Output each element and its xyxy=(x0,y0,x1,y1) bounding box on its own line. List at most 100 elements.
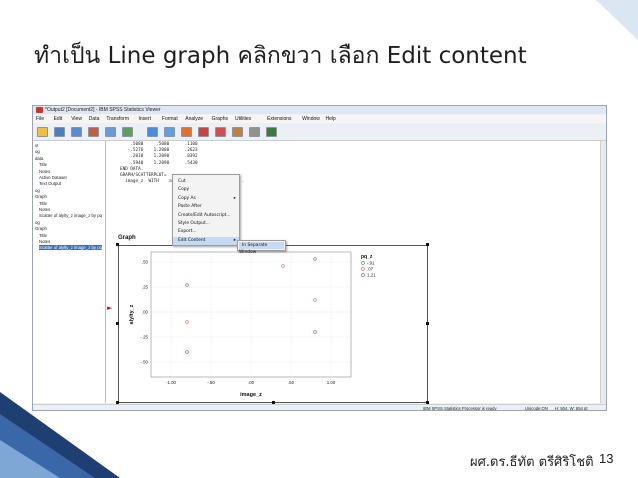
menu-utilities[interactable]: Utilities xyxy=(235,116,251,122)
print-icon[interactable] xyxy=(71,127,82,137)
scatter-chart[interactable]: -1.00 -.50 .00 .50 1.00 .50 .25 .00 -.25 -.50 imag… xyxy=(118,245,428,403)
selection-arrow-icon: ► xyxy=(107,304,113,312)
window-title: *Output2 [Document2] - IBM SPSS Statisti… xyxy=(45,107,161,113)
outline-item[interactable]: Title xyxy=(39,233,47,238)
slide-author: ผศ.ดร.ธีทัต ตรีศิริโชติ xyxy=(470,455,594,470)
menu-graphs[interactable]: Graphs xyxy=(212,116,228,122)
menu-item-edit-content[interactable]: Edit Content ▸ xyxy=(173,236,239,245)
menu-extensions[interactable]: Extensions xyxy=(267,116,291,122)
selection-handle[interactable] xyxy=(116,243,119,246)
outline-item[interactable]: Notes xyxy=(39,169,50,174)
menu-item-paste-after[interactable]: Paste After xyxy=(173,203,239,211)
menu-item-cut[interactable]: Cut xyxy=(173,178,239,186)
outline-item[interactable]: Notes xyxy=(39,239,50,244)
outline-item[interactable]: data xyxy=(35,156,43,161)
outline-item[interactable]: Title xyxy=(39,162,47,167)
scatter-chart-svg: -1.00 -.50 .00 .50 1.00 .50 .25 .00 -.25 -.50 imag… xyxy=(129,251,376,398)
insert-output-icon[interactable] xyxy=(215,127,226,137)
syntax-line: -.5276 1.2080 .2623 xyxy=(120,148,198,154)
menu-format[interactable]: Format xyxy=(162,116,178,122)
outline-item[interactable]: og xyxy=(35,149,40,154)
outline-item[interactable]: Graph xyxy=(35,194,47,199)
status-dimensions: H: 504, W: 654 pt xyxy=(555,406,588,411)
context-menu: Cut Copy Copy As ▸ Paste After Create/Edit Au… xyxy=(172,174,240,246)
outline-item[interactable]: Active Dataset xyxy=(39,175,67,180)
menu-data[interactable]: Data xyxy=(89,116,100,122)
selection-handle[interactable] xyxy=(426,322,429,325)
menu-item-export[interactable]: Export... xyxy=(173,228,239,236)
menu-item-label: Copy xyxy=(178,187,190,193)
menu-item-copy-as[interactable]: Copy As ▸ xyxy=(173,195,239,203)
goto-case-icon[interactable] xyxy=(181,127,192,137)
outline-item[interactable]: og xyxy=(35,220,40,225)
submenu-arrow-icon: ▸ xyxy=(233,237,236,243)
insert-heading-icon[interactable] xyxy=(232,127,243,137)
outline-item[interactable]: og xyxy=(35,188,40,193)
menu-item-copy[interactable]: Copy xyxy=(173,186,239,194)
menu-transform[interactable]: Transform xyxy=(106,116,129,122)
legend-label: -.91 xyxy=(367,261,375,266)
export-icon[interactable] xyxy=(88,127,99,137)
outline-item[interactable]: st xyxy=(35,143,38,148)
y-tick-label: -.25 xyxy=(140,335,148,340)
menu-item-label: Edit Content xyxy=(178,237,206,243)
spss-app-icon xyxy=(36,107,43,113)
syntax-line: .2010 1.2090 .8392 xyxy=(120,154,198,160)
menu-item-label: Style Output... xyxy=(178,221,210,226)
outline-item[interactable]: Title xyxy=(39,201,47,206)
syntax-line: .5940 1.2090 .5430 xyxy=(120,160,198,166)
slide-page-number: 13 xyxy=(599,451,614,466)
menu-item-style-output[interactable]: Style Output... xyxy=(173,220,239,228)
menu-insert[interactable]: Insert xyxy=(139,116,152,122)
spss-viewer-window: *Output2 [Document2] - IBM SPSS Statisti… xyxy=(32,105,607,411)
menu-view[interactable]: View xyxy=(71,116,82,122)
menu-bar: File Edit View Data Transform Insert Format Ana… xyxy=(33,115,606,123)
recall-dialog-icon[interactable] xyxy=(105,127,116,137)
show-all-icon[interactable] xyxy=(266,127,277,137)
edit-content-submenu: In Separate Window xyxy=(237,240,286,255)
output-outline-pane[interactable]: st og data Title Notes Active Dataset Text Out… xyxy=(33,141,106,403)
menu-window[interactable]: Window xyxy=(302,116,320,122)
goto-data-icon[interactable] xyxy=(164,127,175,137)
status-bar: IBM SPSS Statistics Processor is ready U… xyxy=(33,404,606,411)
syntax-line: END DATA. xyxy=(120,166,144,172)
menu-help[interactable]: Help xyxy=(326,116,336,122)
vertical-scrollbar[interactable] xyxy=(600,141,606,403)
save-icon[interactable] xyxy=(54,127,65,137)
legend-label: 1.21 xyxy=(367,273,376,278)
legend-label: .07 xyxy=(367,267,374,272)
variables-icon[interactable] xyxy=(198,127,209,137)
outline-item[interactable]: Notes xyxy=(39,207,50,212)
outline-item[interactable]: Scatter of alylty_z image_z by pq xyxy=(39,213,102,218)
menu-item-label: Copy As xyxy=(178,195,196,201)
submenu-arrow-icon: ▸ xyxy=(233,195,236,201)
graph-heading: Graph xyxy=(118,235,136,241)
outline-item[interactable]: Scatter of alylty_z image_z by pq xyxy=(39,245,103,251)
menu-item-label: Cut xyxy=(178,179,186,184)
toolbar xyxy=(33,124,606,141)
syntax-line: GRAPH/SCATTERPLOT= xyxy=(120,173,167,178)
legend-marker xyxy=(361,261,365,265)
selection-handle[interactable] xyxy=(426,243,429,246)
slide-corner-decoration-top xyxy=(596,0,638,40)
y-tick-label: .25 xyxy=(142,285,149,290)
menu-item-create-edit-autoscript[interactable]: Create/Edit Autoscript... xyxy=(173,212,239,220)
status-encoding: Unicode:ON xyxy=(525,406,548,411)
menu-file[interactable]: File xyxy=(36,116,44,122)
legend-title: pq_z xyxy=(361,254,373,260)
menu-edit[interactable]: Edit xyxy=(54,116,63,122)
selection-handle[interactable] xyxy=(116,322,119,325)
menu-item-in-separate-window[interactable]: In Separate Window xyxy=(239,242,284,255)
designate-window-icon[interactable] xyxy=(249,127,260,137)
undo-icon[interactable] xyxy=(122,127,133,137)
menu-item-label: Paste After xyxy=(178,204,202,210)
x-tick-label: .00 xyxy=(248,380,255,385)
open-icon[interactable] xyxy=(37,127,48,137)
outline-item[interactable]: Graph xyxy=(35,226,47,231)
redo-icon[interactable] xyxy=(147,127,158,137)
menu-analyze[interactable]: Analyze xyxy=(185,116,203,122)
x-tick-label: .50 xyxy=(288,380,295,385)
slide-title: ทำเป็น Line graph คลิกขวา เลือก Edit con… xyxy=(34,43,527,69)
menu-item-label: Create/Edit Autoscript... xyxy=(178,212,231,218)
outline-item[interactable]: Text Output xyxy=(39,181,61,186)
